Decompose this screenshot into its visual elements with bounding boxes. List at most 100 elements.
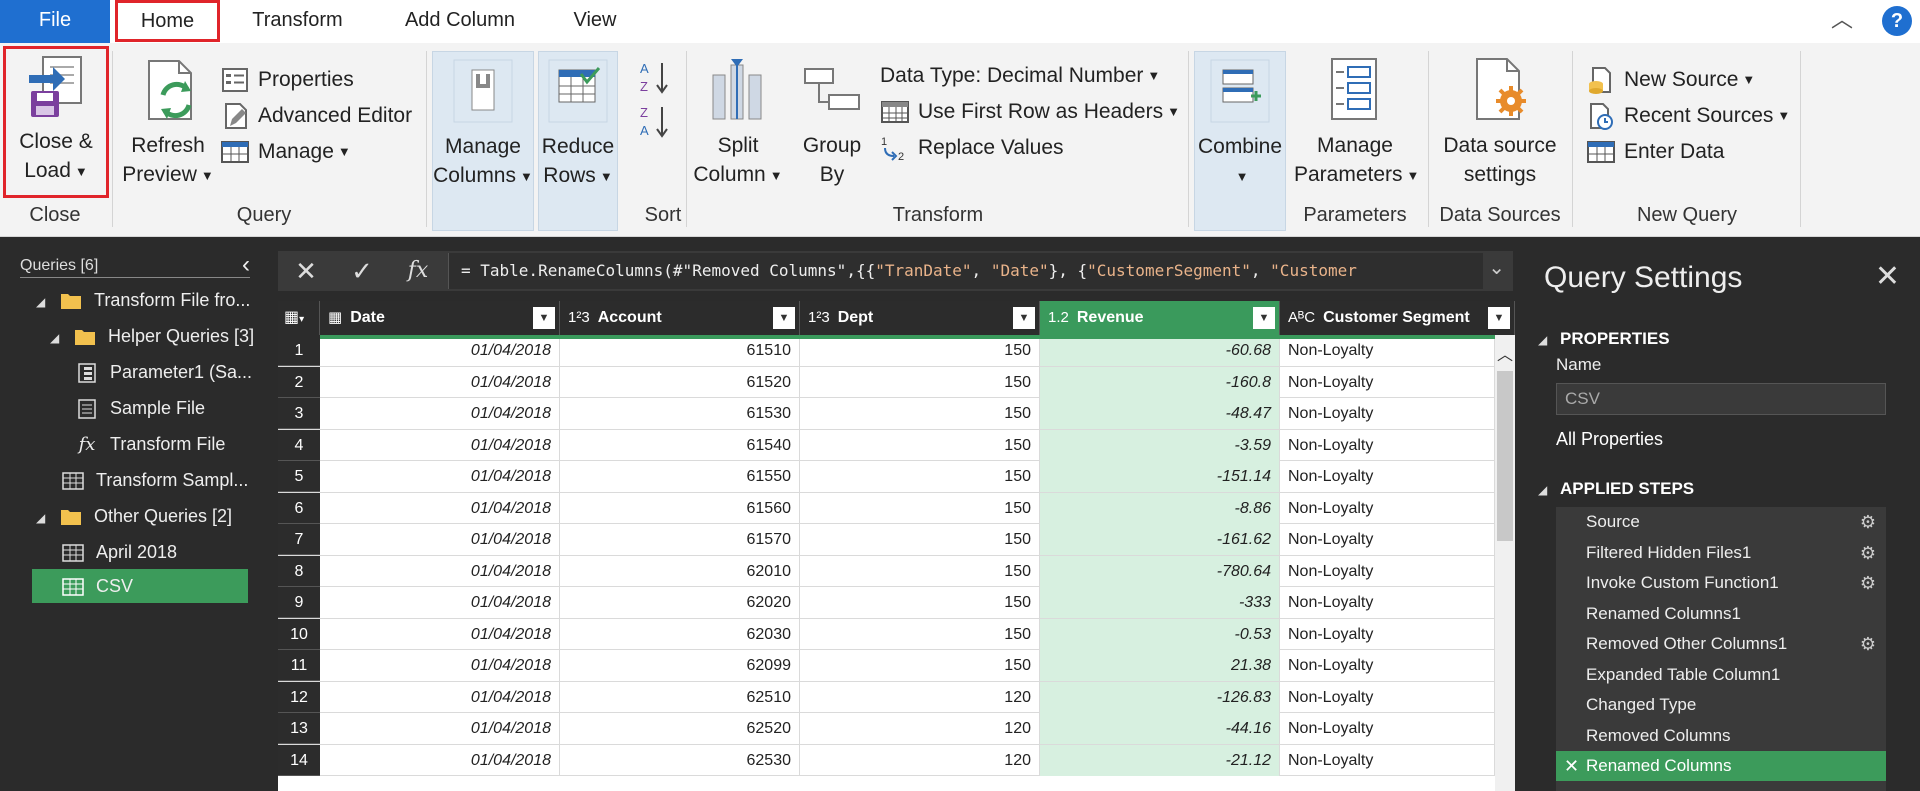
tab-transform[interactable]: Transform: [225, 0, 370, 43]
step-settings-gear-icon[interactable]: ⚙: [1860, 568, 1876, 598]
expand-triangle-icon[interactable]: ◢: [1538, 333, 1552, 347]
tab-file[interactable]: File: [0, 0, 110, 43]
collapse-ribbon-icon[interactable]: ︿: [1824, 0, 1860, 40]
cell-account[interactable]: 62030: [560, 618, 800, 650]
cell-account[interactable]: 62099: [560, 650, 800, 681]
query-item-transform-file[interactable]: fx Transform File: [76, 427, 226, 461]
expand-triangle-icon[interactable]: ◢: [36, 501, 50, 535]
cell-revenue[interactable]: -8.86: [1040, 492, 1280, 524]
step-settings-gear-icon[interactable]: ⚙: [1860, 538, 1876, 568]
data-source-settings-button[interactable]: Data source settings: [1434, 51, 1566, 189]
cell-revenue[interactable]: -780.64: [1040, 555, 1280, 587]
enter-data-button[interactable]: Enter Data: [1586, 135, 1724, 169]
cell-revenue[interactable]: -126.83: [1040, 681, 1280, 713]
cell-account[interactable]: 62510: [560, 681, 800, 713]
cell-dept[interactable]: 150: [800, 555, 1040, 587]
cell-dept[interactable]: 150: [800, 524, 1040, 555]
row-number[interactable]: 8: [278, 555, 320, 587]
column-header-revenue[interactable]: 1.2 Revenue ▼: [1040, 301, 1280, 335]
whole-number-type-icon[interactable]: 1²3: [568, 309, 590, 326]
row-number[interactable]: 3: [278, 398, 320, 429]
filter-dropdown-icon[interactable]: ▼: [1253, 307, 1275, 329]
tab-add-column[interactable]: Add Column: [385, 0, 535, 43]
table-row[interactable]: 6 01/04/2018 61560 150 -8.86 Non-Loyalty: [278, 492, 1495, 524]
table-row[interactable]: 13 01/04/2018 62520 120 -44.16 Non-Loyalty: [278, 713, 1495, 745]
row-number[interactable]: 9: [278, 587, 320, 618]
cell-revenue[interactable]: -21.12: [1040, 744, 1280, 776]
close-icon[interactable]: ✕: [1875, 259, 1900, 294]
cell-account[interactable]: 61510: [560, 335, 800, 366]
manage-columns-button[interactable]: Manage Columns ▼: [432, 51, 534, 231]
row-number[interactable]: 4: [278, 429, 320, 461]
cell-date[interactable]: 01/04/2018: [320, 335, 560, 366]
cell-customer-segment[interactable]: Non-Loyalty: [1280, 744, 1495, 776]
cell-date[interactable]: 01/04/2018: [320, 429, 560, 461]
query-folder-transform-file[interactable]: ◢ Transform File fro...: [36, 283, 250, 317]
query-item-transform-sample[interactable]: Transform Sampl...: [62, 463, 248, 497]
cell-dept[interactable]: 120: [800, 744, 1040, 776]
cell-date[interactable]: 01/04/2018: [320, 366, 560, 398]
applied-step[interactable]: Renamed Columns1: [1556, 599, 1886, 629]
scroll-up-icon[interactable]: ︿: [1495, 341, 1515, 364]
combine-button[interactable]: Combine ▼: [1194, 51, 1286, 231]
column-header-customer-segment[interactable]: AᴮC Customer Segment ▼: [1280, 301, 1515, 335]
filter-dropdown-icon[interactable]: ▼: [1488, 307, 1510, 329]
cell-date[interactable]: 01/04/2018: [320, 524, 560, 555]
cell-customer-segment[interactable]: Non-Loyalty: [1280, 429, 1495, 461]
cell-dept[interactable]: 150: [800, 492, 1040, 524]
cell-dept[interactable]: 150: [800, 618, 1040, 650]
query-folder-helper-queries[interactable]: ◢ Helper Queries [3]: [50, 319, 254, 353]
properties-section[interactable]: ◢ PROPERTIES: [1538, 329, 1670, 349]
cell-date[interactable]: 01/04/2018: [320, 398, 560, 429]
group-by-button[interactable]: Group By: [792, 51, 872, 189]
help-icon[interactable]: ?: [1882, 6, 1912, 36]
cell-account[interactable]: 61560: [560, 492, 800, 524]
applied-steps-section[interactable]: ◢ APPLIED STEPS: [1538, 479, 1694, 499]
cell-revenue[interactable]: -60.68: [1040, 335, 1280, 366]
sort-ascending-button[interactable]: AZ: [638, 59, 678, 95]
cell-customer-segment[interactable]: Non-Loyalty: [1280, 366, 1495, 398]
applied-step[interactable]: Filtered Hidden Files1 ⚙: [1556, 538, 1886, 568]
column-header-date[interactable]: ▦ Date ▼: [320, 301, 560, 335]
applied-step[interactable]: Invoke Custom Function1 ⚙: [1556, 568, 1886, 598]
cell-revenue[interactable]: -333: [1040, 587, 1280, 618]
cell-customer-segment[interactable]: Non-Loyalty: [1280, 524, 1495, 555]
cell-date[interactable]: 01/04/2018: [320, 618, 560, 650]
table-row[interactable]: 9 01/04/2018 62020 150 -333 Non-Loyalty: [278, 587, 1495, 619]
properties-button[interactable]: Properties: [220, 63, 354, 97]
cell-account[interactable]: 61540: [560, 429, 800, 461]
cell-revenue[interactable]: -151.14: [1040, 461, 1280, 492]
cell-date[interactable]: 01/04/2018: [320, 681, 560, 713]
row-number[interactable]: 13: [278, 713, 320, 744]
cell-date[interactable]: 01/04/2018: [320, 461, 560, 492]
cell-revenue[interactable]: -48.47: [1040, 398, 1280, 429]
cell-account[interactable]: 61520: [560, 366, 800, 398]
cell-date[interactable]: 01/04/2018: [320, 650, 560, 681]
cell-date[interactable]: 01/04/2018: [320, 713, 560, 744]
row-number[interactable]: 14: [278, 744, 320, 776]
cell-customer-segment[interactable]: Non-Loyalty: [1280, 681, 1495, 713]
cell-customer-segment[interactable]: Non-Loyalty: [1280, 555, 1495, 587]
row-number[interactable]: 11: [278, 650, 320, 681]
applied-step[interactable]: ✕ Renamed Columns: [1556, 751, 1886, 781]
column-header-account[interactable]: 1²3 Account ▼: [560, 301, 800, 335]
row-number[interactable]: 6: [278, 492, 320, 524]
cell-account[interactable]: 62530: [560, 744, 800, 776]
cell-dept[interactable]: 120: [800, 681, 1040, 713]
step-settings-gear-icon[interactable]: ⚙: [1860, 629, 1876, 659]
row-number[interactable]: 1: [278, 335, 320, 366]
cell-revenue[interactable]: -161.62: [1040, 524, 1280, 555]
cell-customer-segment[interactable]: Non-Loyalty: [1280, 335, 1495, 366]
row-number[interactable]: 7: [278, 524, 320, 555]
split-column-button[interactable]: Split Column ▼: [688, 51, 788, 190]
cell-dept[interactable]: 150: [800, 366, 1040, 398]
row-number[interactable]: 10: [278, 618, 320, 650]
cell-dept[interactable]: 150: [800, 587, 1040, 618]
cell-date[interactable]: 01/04/2018: [320, 555, 560, 587]
cell-customer-segment[interactable]: Non-Loyalty: [1280, 398, 1495, 429]
reduce-rows-button[interactable]: Reduce Rows ▼: [538, 51, 618, 231]
cell-dept[interactable]: 150: [800, 429, 1040, 461]
expand-triangle-icon[interactable]: ◢: [50, 321, 64, 355]
scrollbar-thumb[interactable]: [1497, 371, 1513, 541]
cell-date[interactable]: 01/04/2018: [320, 492, 560, 524]
